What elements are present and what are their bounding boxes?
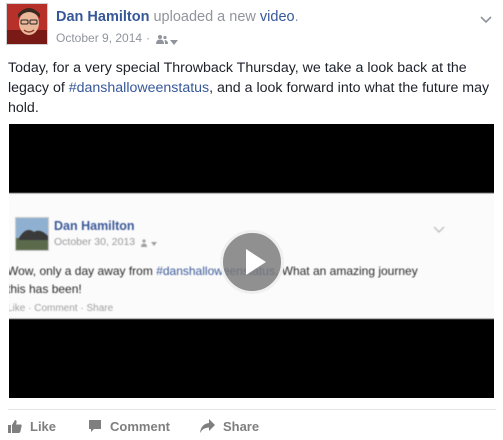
inner-post-actions: Like · Comment · Share bbox=[9, 303, 114, 314]
inner-author-avatar bbox=[15, 217, 49, 251]
inner-author-name: Dan Hamilton bbox=[54, 219, 135, 233]
inner-post-date: October 30, 2013 bbox=[54, 236, 136, 248]
share-button[interactable]: Share bbox=[199, 418, 260, 434]
author-avatar[interactable] bbox=[6, 3, 48, 45]
thumbs-up-icon bbox=[8, 420, 22, 433]
meta-separator: · bbox=[146, 31, 151, 45]
video-player[interactable]: Dan Hamilton October 30, 2013 Wow, only … bbox=[9, 124, 494, 398]
action-prefix: uploaded a new bbox=[153, 9, 256, 25]
post-message: Today, for a very special Throwback Thur… bbox=[8, 58, 496, 118]
inner-text-before: Wow, only a day away from bbox=[9, 264, 157, 278]
post-date[interactable]: October 9, 2014 bbox=[56, 31, 142, 45]
action-suffix: . bbox=[294, 9, 299, 25]
inner-post-meta: October 30, 2013 bbox=[54, 236, 158, 248]
speech-bubble-icon bbox=[89, 420, 102, 432]
video-link[interactable]: video bbox=[260, 9, 295, 25]
play-button[interactable] bbox=[220, 230, 284, 294]
chevron-down-icon bbox=[433, 220, 445, 233]
post-header: Dan Hamilton uploaded a new video. Octob… bbox=[6, 3, 496, 47]
friends-icon bbox=[141, 238, 158, 247]
comment-button[interactable]: Comment bbox=[88, 419, 170, 434]
post-actions-bar: Like Comment Share bbox=[8, 414, 259, 438]
chevron-down-icon[interactable] bbox=[480, 11, 492, 24]
like-button[interactable]: Like bbox=[8, 419, 56, 434]
feed-post: Dan Hamilton uploaded a new video. Octob… bbox=[0, 0, 503, 440]
comment-label: Comment bbox=[110, 418, 170, 434]
share-arrow-icon bbox=[199, 419, 215, 433]
actions-divider bbox=[8, 409, 496, 410]
author-line: Dan Hamilton uploaded a new video. bbox=[56, 9, 299, 25]
author-name[interactable]: Dan Hamilton bbox=[56, 9, 149, 25]
post-meta: October 9, 2014 · bbox=[56, 31, 179, 45]
like-label: Like bbox=[30, 418, 57, 434]
caret-down-icon[interactable] bbox=[170, 35, 179, 45]
share-label: Share bbox=[222, 418, 260, 434]
play-icon bbox=[246, 249, 266, 275]
hashtag-link[interactable]: #danshalloweenstatus bbox=[69, 80, 209, 96]
friends-icon[interactable] bbox=[156, 33, 169, 44]
